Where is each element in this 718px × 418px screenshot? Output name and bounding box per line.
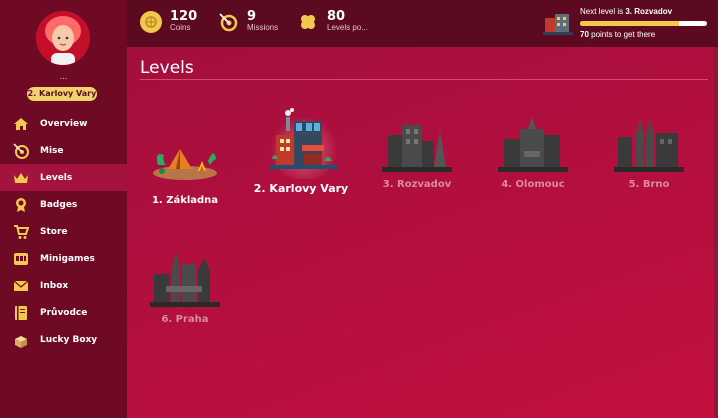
slot-machine-icon [12,250,30,268]
sidebar-nav: Overview Mise Levels Badges Store Miniga… [0,110,127,353]
level-name: 1. Základna [151,195,219,206]
next-level-text: Next level is 3. Rozvadov [580,7,672,16]
points-needed-value: 70 [580,30,589,39]
level-name: 4. Olomouc [501,179,565,190]
sidebar-item-label: Store [40,226,68,237]
sidebar-item-store[interactable]: Store [0,218,127,245]
levels-value: 80 [327,9,346,24]
title-divider [140,79,708,80]
level-card-zakladna[interactable]: 1. Základna [125,131,245,207]
locked-city-icon [382,115,452,175]
next-level-progress-bar [580,21,707,26]
home-icon [12,115,30,133]
level-name: 3. Rozvadov [382,179,452,190]
missions-icon [12,142,30,160]
sidebar-item-overview[interactable]: Overview [0,110,127,137]
coins-stat: 120 Coins [140,10,197,33]
badge-icon [12,196,30,214]
level-card-karlovy-vary[interactable]: 2. Karlovy Vary [241,107,361,195]
sidebar-item-label: Lucky Boxy [40,334,98,345]
current-location-badge: 2. Karlovy Vary [27,87,97,101]
levels-stat: 80 Levels po... [297,10,368,33]
sidebar-item-label: Levels [40,172,73,183]
sidebar-item-minigames[interactable]: Minigames [0,245,127,272]
level-name: 2. Karlovy Vary [253,182,349,195]
locked-city-icon [614,115,684,175]
sidebar-item-label: Badges [40,199,78,210]
sidebar-item-badges[interactable]: Badges [0,191,127,218]
sidebar-item-label: Overview [40,118,88,129]
level-card-olomouc[interactable]: 4. Olomouc [473,115,593,191]
user-name: ... [59,71,68,81]
gift-box-icon [12,331,30,349]
next-level-panel[interactable]: Next level is 3. Rozvadov 70 points to g… [543,4,713,44]
levels-page: Levels 1. Základna 2. Karlovy Vary 3. Ro… [127,47,718,418]
level-name: 5. Brno [628,179,670,190]
levels-label: Levels po... [327,23,368,32]
sidebar-item-lucky-boxy[interactable]: Lucky Boxy [0,326,127,353]
level-card-praha[interactable]: 6. Praha [125,250,245,326]
avatar[interactable] [36,11,90,65]
next-level-prefix: Next level is [580,7,626,16]
sidebar-item-label: Mise [40,145,64,156]
page-title: Levels [140,58,194,78]
sidebar-item-label: Inbox [40,280,69,291]
missions-label: Missions [247,23,279,32]
sidebar-item-pruvodce[interactable]: Průvodce [0,299,127,326]
next-level-thumbnail-icon [543,8,573,36]
level-card-rozvadov[interactable]: 3. Rozvadov [357,115,477,191]
crown-icon [12,169,30,187]
locked-city-icon [498,115,568,175]
book-icon [12,304,30,322]
points-needed-suffix: points to get there [588,30,656,39]
level-card-brno[interactable]: 5. Brno [589,115,709,191]
coins-label: Coins [170,23,191,32]
locked-city-icon [150,250,220,310]
sidebar-item-levels[interactable]: Levels [0,164,127,191]
coins-value: 120 [170,9,198,24]
clover-icon [297,11,319,33]
top-bar: 120 Coins 9 Missions 80 Levels po... Nex… [127,0,718,47]
scrollbar[interactable] [714,47,718,418]
missions-stat: 9 Missions [217,10,278,33]
casino-building-icon [266,107,338,181]
cart-icon [12,223,30,241]
envelope-icon [12,277,30,295]
sidebar-item-mise[interactable]: Mise [0,137,127,164]
campsite-icon [150,131,220,191]
sidebar: ... 2. Karlovy Vary Overview Mise Levels… [0,0,127,418]
missions-value: 9 [247,9,257,24]
missions-icon [217,11,239,33]
sidebar-item-label: Minigames [40,253,95,264]
sidebar-item-label: Průvodce [40,307,88,318]
level-name: 6. Praha [161,314,209,325]
sidebar-item-inbox[interactable]: Inbox [0,272,127,299]
points-needed-text: 70 points to get there [580,30,655,39]
coin-icon [140,10,162,33]
next-level-name: 3. Rozvadov [625,7,673,16]
next-level-progress-fill [580,21,680,26]
